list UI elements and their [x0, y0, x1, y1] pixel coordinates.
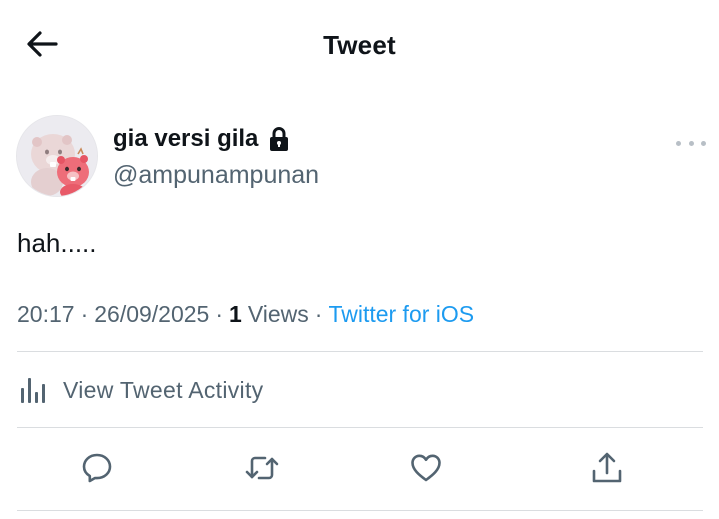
analytics-bars-icon: [21, 378, 45, 403]
more-dots-icon: [676, 140, 681, 146]
share-upload-icon: [592, 452, 622, 483]
more-options-button[interactable]: [676, 133, 706, 153]
reply-bubble-icon: [82, 453, 112, 483]
meta-separator: ·: [80, 301, 89, 327]
heart-icon: [411, 454, 441, 482]
tweet-author: gia versi gila @ampunampunan: [16, 115, 706, 199]
meta-separator: ·: [314, 301, 323, 327]
retweet-icon: [245, 456, 279, 480]
views-label: Views: [247, 301, 309, 327]
beaver-avatar-image: [17, 116, 97, 196]
more-dots-icon: [701, 140, 706, 146]
tweet-action-bar: [0, 440, 719, 498]
meta-separator: ·: [215, 301, 224, 327]
tweet-date: 26/09/2025: [94, 301, 210, 327]
tweet-meta: 20:17 · 26/09/2025 · 1 Views · Twitter f…: [17, 301, 474, 328]
tweet-text: hah.....: [17, 228, 97, 258]
share-button[interactable]: [587, 448, 627, 488]
tweet-time: 20:17: [17, 301, 75, 327]
view-tweet-activity-button[interactable]: View Tweet Activity: [17, 364, 263, 416]
divider: [17, 510, 703, 511]
more-dots-icon: [688, 140, 694, 146]
view-tweet-activity-label: View Tweet Activity: [63, 376, 264, 403]
like-button[interactable]: [406, 448, 446, 488]
divider: [17, 427, 703, 428]
divider: [17, 351, 703, 352]
display-name: gia versi gila: [113, 125, 259, 152]
views-count: 1: [229, 301, 242, 327]
tweet-source-link[interactable]: Twitter for iOS: [328, 301, 474, 328]
display-name-row[interactable]: gia versi gila: [113, 125, 290, 153]
page-title: Tweet: [323, 30, 396, 60]
user-handle[interactable]: @ampunampunan: [113, 161, 319, 190]
avatar[interactable]: [16, 115, 98, 197]
lock-icon: [270, 127, 289, 151]
top-navigation-bar: Tweet: [0, 0, 719, 90]
retweet-button[interactable]: [242, 448, 282, 488]
reply-button[interactable]: [77, 448, 117, 488]
